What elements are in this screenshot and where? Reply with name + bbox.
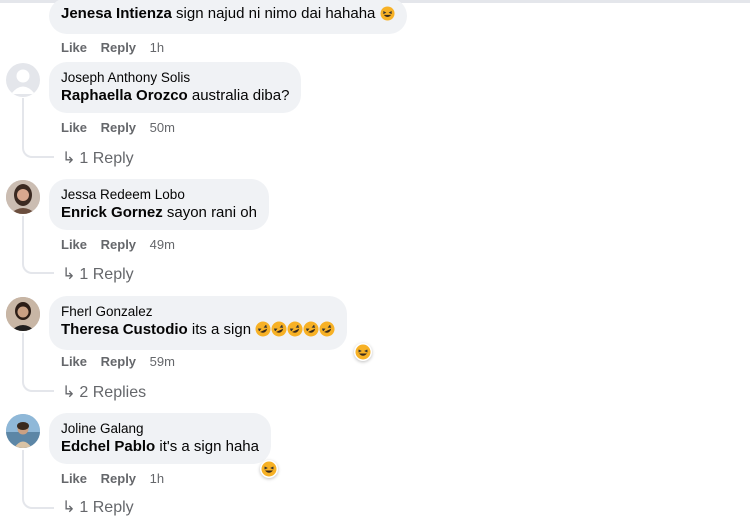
replies-count: 1 Reply <box>79 499 134 516</box>
avatar[interactable] <box>6 414 40 448</box>
thread-connector <box>22 144 54 158</box>
replies-count: 1 Reply <box>79 266 134 283</box>
comment-author[interactable]: Fherl Gonzalez <box>61 303 335 320</box>
comment-text: Enrick Gornez sayon rani oh <box>61 203 257 222</box>
comment-body: sayon rani oh <box>162 204 257 221</box>
comment-body: its a sign <box>187 321 256 338</box>
comment-actions: Like Reply 1h <box>61 40 174 55</box>
reply-arrow-icon: ↳ <box>62 266 76 283</box>
view-replies-link[interactable]: ↳ 2 Replies <box>62 382 146 402</box>
comment-bubble: Joseph Anthony Solis Raphaella Orozco au… <box>49 62 302 113</box>
thread-line <box>22 450 24 495</box>
comment-text: Raphaella Orozco australia diba? <box>61 86 289 105</box>
comment-bubble: Jenesa Intienza sign najud ni nimo dai h… <box>49 0 407 34</box>
comment-author[interactable]: Joseph Anthony Solis <box>61 69 289 86</box>
reply-button[interactable]: Reply <box>101 120 136 135</box>
reply-button[interactable]: Reply <box>101 471 136 486</box>
like-button[interactable]: Like <box>61 40 87 55</box>
profile-photo-icon <box>6 414 40 448</box>
haha-reaction-icon[interactable] <box>354 343 372 361</box>
rofl-icon <box>255 321 271 342</box>
view-replies-link[interactable]: ↳ 1 Reply <box>62 264 134 284</box>
comment-author[interactable]: Joline Galang <box>61 420 259 437</box>
comment-body: it's a sign haha <box>155 438 259 455</box>
comment-text: Jenesa Intienza sign najud ni nimo dai h… <box>61 4 395 26</box>
thread-line <box>22 98 24 144</box>
comment-text: Theresa Custodio its a sign <box>61 320 335 342</box>
comment-author[interactable]: Jessa Redeem Lobo <box>61 186 257 203</box>
like-button[interactable]: Like <box>61 354 87 369</box>
reply-button[interactable]: Reply <box>101 354 136 369</box>
comment-body: australia diba? <box>187 87 290 104</box>
comment-actions: Like Reply 50m <box>61 120 185 135</box>
avatar[interactable] <box>6 180 40 214</box>
thread-connector <box>22 260 54 274</box>
comment-time[interactable]: 1h <box>150 471 164 486</box>
comment-time[interactable]: 1h <box>150 40 164 55</box>
thread-connector <box>22 378 54 392</box>
reply-arrow-icon: ↳ <box>62 150 76 167</box>
comment-time[interactable]: 59m <box>150 354 175 369</box>
tagged-name[interactable]: Jenesa Intienza <box>61 5 172 22</box>
comment-actions: Like Reply 59m <box>61 354 185 369</box>
tagged-name[interactable]: Edchel Pablo <box>61 438 155 455</box>
rofl-icon <box>287 321 303 342</box>
replies-count: 1 Reply <box>79 150 134 167</box>
comment-text: Edchel Pablo it's a sign haha <box>61 437 259 456</box>
laughing-face-icon <box>380 6 395 26</box>
replies-count: 2 Replies <box>79 384 147 401</box>
comment-body: sign najud ni nimo dai hahaha <box>171 5 376 22</box>
comment-actions: Like Reply 1h <box>61 471 174 486</box>
tagged-name[interactable]: Theresa Custodio <box>61 321 188 338</box>
default-avatar-icon <box>11 69 35 94</box>
like-button[interactable]: Like <box>61 471 87 486</box>
reply-button[interactable]: Reply <box>101 40 136 55</box>
comment-actions: Like Reply 49m <box>61 237 185 252</box>
comment-time[interactable]: 49m <box>150 237 175 252</box>
thread-line <box>22 333 24 378</box>
rofl-icon <box>271 321 287 342</box>
view-replies-link[interactable]: ↳ 1 Reply <box>62 497 134 517</box>
thread-connector <box>22 495 54 509</box>
reply-button[interactable]: Reply <box>101 237 136 252</box>
profile-photo-icon <box>6 180 40 214</box>
comment-time[interactable]: 50m <box>150 120 175 135</box>
comment-bubble: Fherl Gonzalez Theresa Custodio its a si… <box>49 296 348 350</box>
reply-arrow-icon: ↳ <box>62 499 76 516</box>
tagged-name[interactable]: Raphaella Orozco <box>61 87 188 104</box>
view-replies-link[interactable]: ↳ 1 Reply <box>62 148 134 168</box>
thread-line <box>22 216 24 260</box>
like-button[interactable]: Like <box>61 237 87 252</box>
profile-photo-icon <box>6 297 40 331</box>
comment-bubble: Joline Galang Edchel Pablo it's a sign h… <box>49 413 271 464</box>
tagged-name[interactable]: Enrick Gornez <box>61 204 163 221</box>
avatar[interactable] <box>6 297 40 331</box>
like-button[interactable]: Like <box>61 120 87 135</box>
rofl-icon <box>303 321 319 342</box>
avatar[interactable] <box>6 63 40 97</box>
rofl-icon <box>319 321 335 342</box>
reply-arrow-icon: ↳ <box>62 384 76 401</box>
haha-reaction-icon[interactable] <box>260 460 278 478</box>
comment-bubble: Jessa Redeem Lobo Enrick Gornez sayon ra… <box>49 179 269 230</box>
